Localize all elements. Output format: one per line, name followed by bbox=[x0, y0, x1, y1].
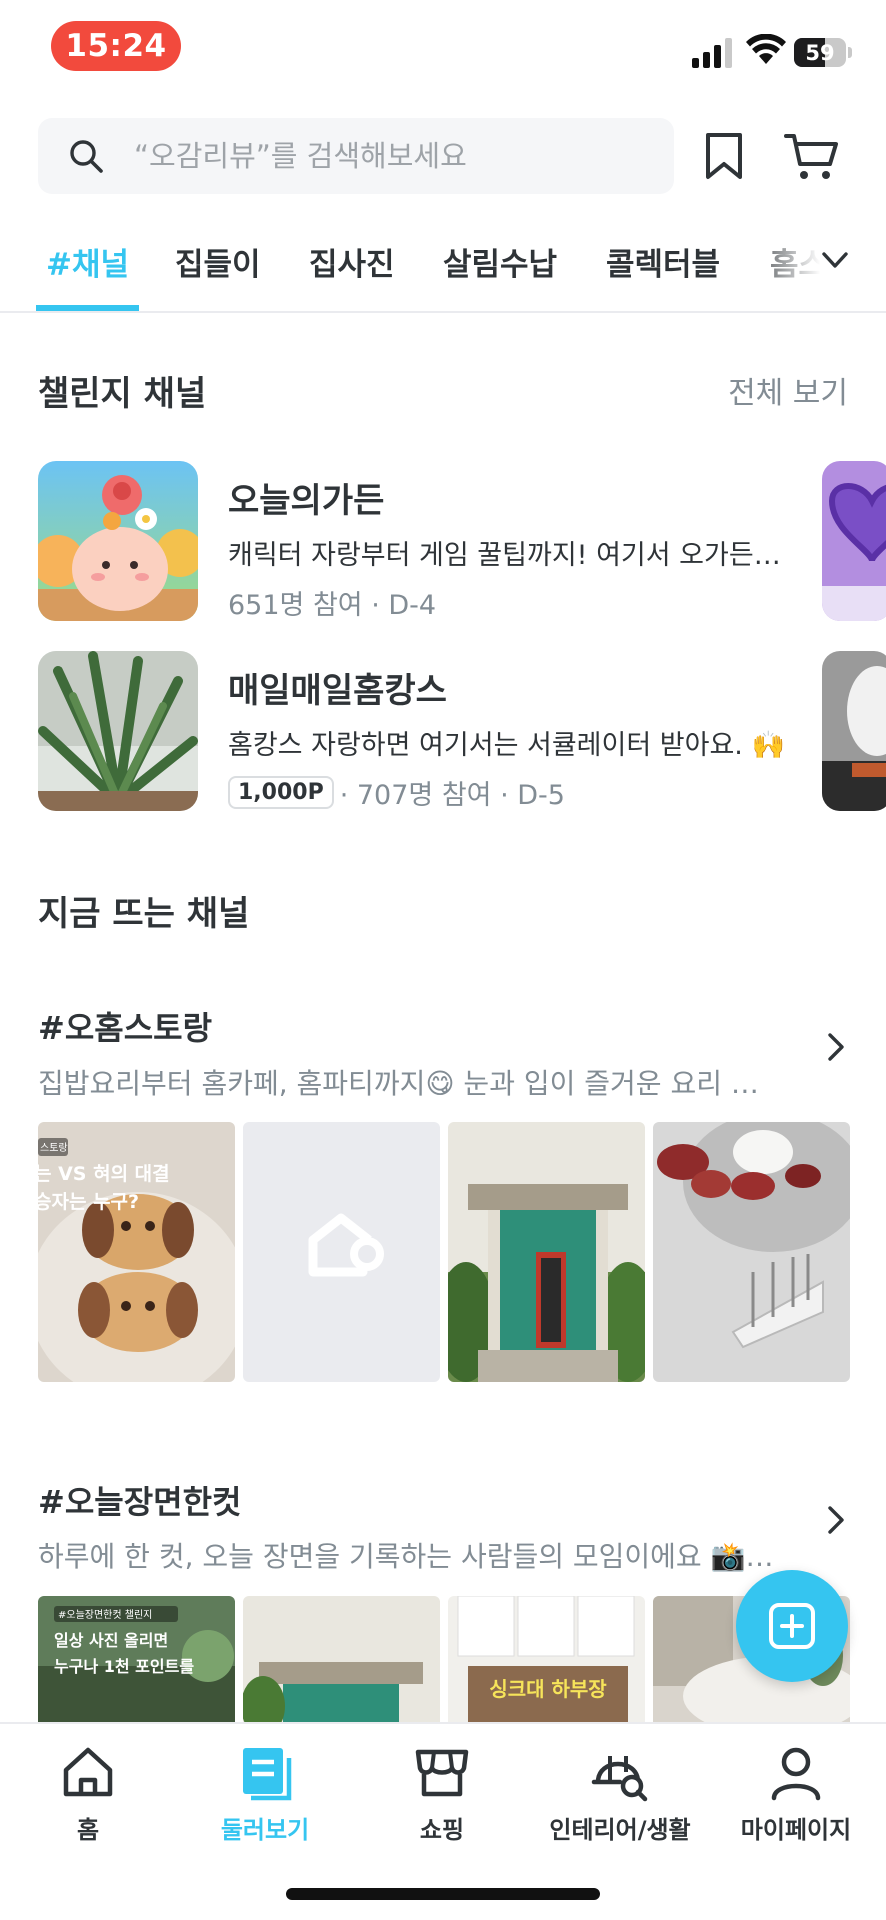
status-time: 15:24 bbox=[51, 21, 181, 71]
challenge-description: 홈캉스 자랑하면 여기서는 서큘레이터 받아요. 🙌 bbox=[228, 730, 786, 761]
challenge-title: 매일매일홈캉스 bbox=[228, 671, 447, 711]
channel-title[interactable]: #오늘장면한컷 bbox=[38, 1477, 241, 1523]
active-tab-indicator bbox=[36, 305, 139, 311]
battery-icon: 59 bbox=[794, 38, 852, 67]
chevron-down-icon[interactable] bbox=[818, 243, 852, 277]
channel-post-image[interactable] bbox=[448, 1122, 645, 1382]
plus-icon bbox=[769, 1603, 815, 1649]
challenge-meta-text: 651명 참여 · D-4 bbox=[228, 590, 437, 621]
channel-description: 집밥요리부터 홈카페, 홈파티까지😋 눈과 입이 즐거운 요리 이야기를 나눠요 bbox=[38, 1067, 778, 1100]
channel-post-image[interactable] bbox=[653, 1122, 850, 1382]
interior-search-icon bbox=[591, 1756, 648, 1802]
wifi-icon bbox=[746, 34, 786, 64]
tab-housewarming[interactable]: 집들이 bbox=[175, 239, 261, 284]
challenge-meta: 1,000P · 707명 참여 · D-5 bbox=[228, 773, 565, 812]
challenge-item[interactable]: 오늘의가든 캐릭터 자랑부터 게임 꿀팁까지! 여기서 오가든 게임 이야기 나… bbox=[38, 461, 848, 621]
cart-button[interactable] bbox=[780, 124, 844, 188]
challenge-thumbnail bbox=[38, 461, 198, 621]
tab-house-photo[interactable]: 집사진 bbox=[309, 239, 395, 284]
challenge-peek-thumbnail[interactable] bbox=[822, 461, 886, 621]
challenge-peek-thumbnail[interactable] bbox=[822, 651, 886, 811]
image-overlay-tag: #오늘장면한컷 챌린지 bbox=[58, 1609, 152, 1621]
channel-post-image[interactable]: 스토랑 는 VS 혀의 대결 승자는 누구? bbox=[38, 1122, 235, 1382]
nav-label: 쇼핑 bbox=[419, 1816, 465, 1844]
challenge-meta-text: · 707명 참여 · D-5 bbox=[339, 780, 565, 811]
nav-label: 홈 bbox=[76, 1816, 100, 1844]
image-overlay-line: 승자는 누구? bbox=[38, 1191, 139, 1213]
bookmark-button[interactable] bbox=[700, 124, 748, 188]
hot-section-title: 지금 뜨는 채널 bbox=[38, 894, 250, 934]
nav-interior[interactable]: 인테리어/생활 bbox=[535, 1742, 705, 1845]
cart-icon bbox=[784, 134, 838, 179]
channel-post-placeholder[interactable] bbox=[243, 1122, 440, 1382]
tab-storage[interactable]: 살림수납 bbox=[443, 239, 557, 284]
search-input[interactable] bbox=[134, 118, 654, 194]
nav-shopping[interactable]: 쇼핑 bbox=[357, 1742, 527, 1845]
channel-post-image[interactable] bbox=[243, 1596, 440, 1722]
challenge-description: 캐릭터 자랑부터 게임 꿀팁까지! 여기서 오가든 게임 이야기 나눠요 bbox=[228, 540, 788, 571]
channel-description: 하루에 한 컷, 오늘 장면을 기록하는 사람들의 모임이에요 📸 함께해요 bbox=[38, 1540, 778, 1573]
challenge-thumbnail bbox=[38, 651, 198, 811]
nav-label: 인테리어/생활 bbox=[549, 1816, 691, 1844]
image-overlay-line: 일상 사진 올리면 bbox=[54, 1631, 168, 1650]
search-bar[interactable] bbox=[38, 118, 674, 194]
point-badge: 1,000P bbox=[228, 776, 334, 809]
browse-icon bbox=[243, 1748, 292, 1801]
image-caption: 싱크대 하부장 bbox=[489, 1677, 607, 1701]
nav-browse[interactable]: 둘러보기 bbox=[180, 1742, 350, 1845]
chevron-right-icon[interactable] bbox=[822, 1502, 850, 1538]
signal-icon bbox=[692, 38, 732, 68]
house-placeholder-icon bbox=[308, 1213, 384, 1277]
profile-icon bbox=[771, 1747, 821, 1801]
tab-channel[interactable]: #채널 bbox=[46, 239, 129, 284]
nav-label: 마이페이지 bbox=[740, 1816, 852, 1844]
challenge-meta: 651명 참여 · D-4 bbox=[228, 583, 436, 622]
chevron-right-icon[interactable] bbox=[822, 1029, 850, 1065]
see-all-link[interactable]: 전체 보기 bbox=[728, 368, 848, 412]
channel-post-image[interactable]: #오늘장면한컷 챌린지 일상 사진 올리면 누구나 1천 포인트를 bbox=[38, 1596, 235, 1722]
status-bar: 15:24 59 bbox=[0, 0, 886, 96]
tab-collectible[interactable]: 콜렉터블 bbox=[606, 239, 720, 284]
image-overlay-line: 누구나 1천 포인트를 bbox=[54, 1657, 194, 1676]
search-icon bbox=[70, 140, 103, 173]
channel-title[interactable]: #오홈스토랑 bbox=[38, 1003, 212, 1049]
nav-mypage[interactable]: 마이페이지 bbox=[711, 1742, 881, 1845]
challenge-item[interactable]: 매일매일홈캉스 홈캉스 자랑하면 여기서는 서큘레이터 받아요. 🙌 1,000… bbox=[38, 651, 848, 811]
bookmark-icon bbox=[706, 133, 742, 179]
store-icon bbox=[415, 1749, 469, 1797]
home-icon bbox=[63, 1747, 113, 1797]
channel-post-image[interactable]: 싱크대 하부장 bbox=[448, 1596, 645, 1722]
image-overlay-tag: 스토랑 bbox=[40, 1142, 68, 1154]
nav-label: 둘러보기 bbox=[220, 1816, 310, 1844]
nav-home[interactable]: 홈 bbox=[3, 1742, 173, 1845]
create-post-button[interactable] bbox=[736, 1570, 848, 1682]
category-tabs: #채널 집들이 집사진 살림수납 콜렉터블 홈스 bbox=[0, 225, 886, 313]
home-indicator[interactable] bbox=[286, 1888, 600, 1900]
battery-percent: 59 bbox=[805, 40, 835, 65]
challenge-title: 오늘의가든 bbox=[228, 481, 385, 521]
challenge-section-title: 챌린지 채널 bbox=[38, 374, 207, 414]
image-overlay-line: 는 VS 혀의 대결 bbox=[38, 1163, 170, 1185]
